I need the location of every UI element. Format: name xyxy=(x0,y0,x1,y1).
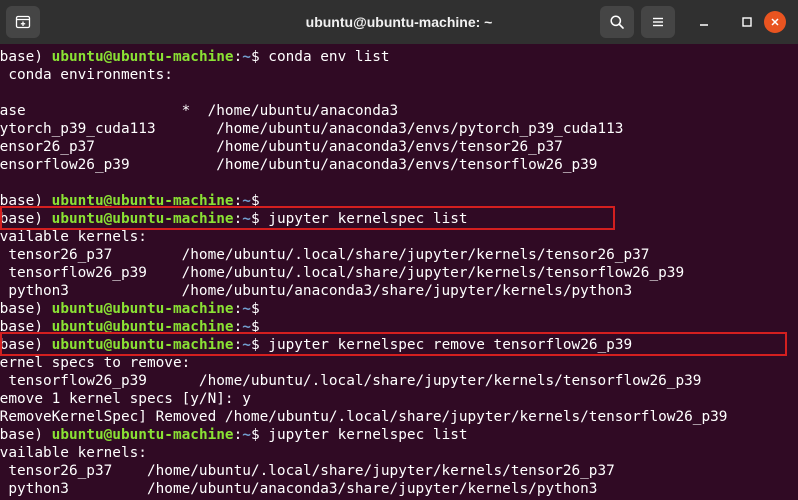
prompt-path: ~ xyxy=(242,427,251,443)
prompt-line: (base) ubuntu@ubuntu-machine:~$ conda en… xyxy=(0,48,390,66)
output-line: tensor26_p37 /home/ubuntu/anaconda3/envs… xyxy=(0,139,563,155)
output-line: Available kernels: xyxy=(0,445,147,461)
prompt-user-host: ubuntu@ubuntu-machine xyxy=(51,301,234,317)
output-line: tensor26_p37 /home/ubuntu/.local/share/j… xyxy=(0,247,650,263)
output-line: [RemoveKernelSpec] Removed /home/ubuntu/… xyxy=(0,409,728,425)
search-button[interactable] xyxy=(600,6,634,38)
output-line: tensorflow26_p39 /home/ubuntu/anaconda3/… xyxy=(0,157,598,173)
output-line: Kernel specs to remove: xyxy=(0,355,191,371)
menu-button[interactable] xyxy=(641,6,675,38)
search-icon xyxy=(610,15,624,29)
prompt-symbol: $ xyxy=(250,49,260,65)
prompt-symbol: $ xyxy=(250,301,260,317)
prompt-env: (base) xyxy=(0,49,43,65)
title-bar: ubuntu@ubuntu-machine: ~ xyxy=(0,0,798,44)
prompt-line: (base) ubuntu@ubuntu-machine:~$ xyxy=(0,300,260,318)
prompt-symbol: $ xyxy=(250,427,260,443)
output-line: python3 /home/ubuntu/anaconda3/share/jup… xyxy=(0,481,598,497)
output-line: Remove 1 kernel specs [y/N]: y xyxy=(0,391,251,407)
minimize-button[interactable] xyxy=(690,8,718,36)
command-text: jupyter kernelspec list xyxy=(259,427,468,443)
output-line: pytorch_p39_cuda113 /home/ubuntu/anacond… xyxy=(0,121,624,137)
highlight-box xyxy=(0,206,615,230)
prompt-line: (base) ubuntu@ubuntu-machine:~$ jupyter … xyxy=(0,426,468,444)
output-line: base * /home/ubuntu/anaconda3 xyxy=(0,103,399,119)
prompt-separator: : xyxy=(233,301,243,317)
output-line: tensorflow26_p39 /home/ubuntu/.local/sha… xyxy=(0,373,702,389)
prompt-separator: : xyxy=(233,427,243,443)
close-button[interactable] xyxy=(764,11,786,33)
prompt-env: (base) xyxy=(0,427,43,443)
command-text: conda env list xyxy=(259,49,390,65)
window-title: ubuntu@ubuntu-machine: ~ xyxy=(305,14,493,30)
output-line: tensor26_p37 /home/ubuntu/.local/share/j… xyxy=(0,463,615,479)
prompt-env: (base) xyxy=(0,301,43,317)
highlight-box xyxy=(0,332,787,356)
close-icon xyxy=(771,18,779,26)
terminal-output[interactable]: (base) ubuntu@ubuntu-machine:~$ conda en… xyxy=(0,44,798,500)
maximize-icon xyxy=(742,17,752,27)
output-line: tensorflow26_p39 /home/ubuntu/.local/sha… xyxy=(0,265,685,281)
maximize-button[interactable] xyxy=(733,8,761,36)
prompt-separator: : xyxy=(233,49,243,65)
output-line: Available kernels: xyxy=(0,229,147,245)
prompt-user-host: ubuntu@ubuntu-machine xyxy=(51,49,234,65)
hamburger-menu-icon xyxy=(653,17,663,27)
output-line: # conda environments: xyxy=(0,67,173,83)
minimize-icon xyxy=(700,24,708,26)
prompt-path: ~ xyxy=(242,301,251,317)
prompt-user-host: ubuntu@ubuntu-machine xyxy=(51,427,234,443)
prompt-path: ~ xyxy=(242,49,251,65)
output-line: python3 /home/ubuntu/anaconda3/share/jup… xyxy=(0,283,633,299)
